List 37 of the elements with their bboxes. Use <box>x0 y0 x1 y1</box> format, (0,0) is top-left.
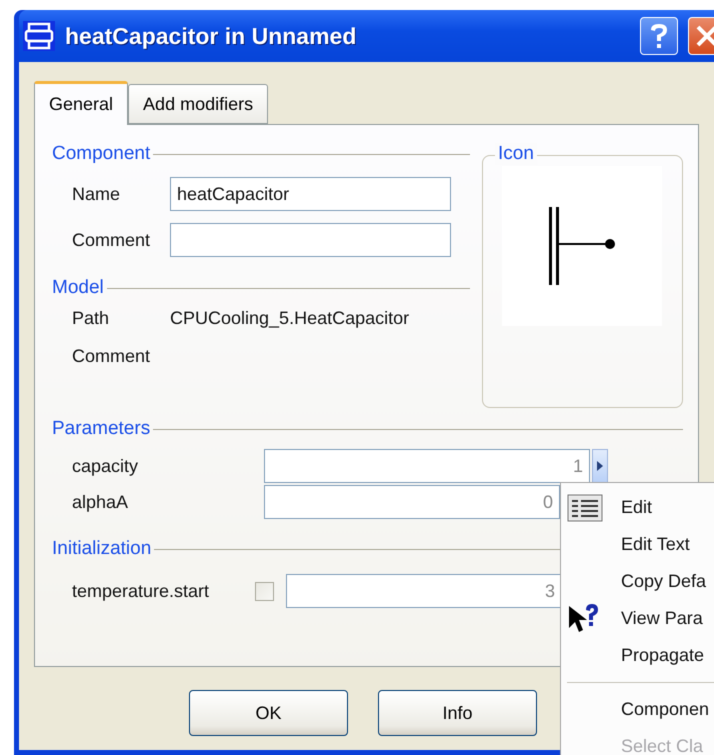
field-label: Path <box>72 308 110 328</box>
field-label: Comment <box>72 230 152 250</box>
help-button[interactable] <box>640 17 678 55</box>
tab[interactable]: General <box>34 81 128 125</box>
parameter-field[interactable]: 3 <box>286 574 562 608</box>
printer-icon <box>23 21 55 51</box>
capacitor-icon <box>547 205 618 287</box>
window-title: heatCapacitor in Unnamed <box>65 22 358 50</box>
parameter-field[interactable]: 1 <box>264 449 590 483</box>
arrow-button[interactable] <box>592 449 608 483</box>
section-title: Parameters <box>52 418 150 440</box>
field-label: Name <box>72 184 122 204</box>
field-label: Comment <box>72 346 152 366</box>
tab[interactable]: Add modifiers <box>128 84 268 124</box>
menu-item[interactable]: Componen <box>567 691 714 728</box>
parameter-label: alphaA <box>72 492 130 512</box>
checkbox[interactable] <box>255 582 274 600</box>
text-field[interactable] <box>170 223 451 257</box>
menu-item[interactable]: View Para <box>567 600 714 637</box>
list-icon <box>567 494 603 522</box>
text-field[interactable]: heatCapacitor <box>170 177 451 211</box>
parameter-label: temperature.start <box>72 580 210 602</box>
parameter-field[interactable]: 0 <box>264 485 560 519</box>
menu-item[interactable]: Propagate <box>567 637 714 674</box>
close-icon <box>695 24 714 48</box>
arrow-right-icon <box>596 461 604 471</box>
menu-item[interactable]: Edit <box>567 489 714 526</box>
menu-item[interactable]: Copy Defa <box>567 563 714 600</box>
dialog-button[interactable]: OK <box>189 690 348 736</box>
section-title: Initialization <box>52 538 152 560</box>
dialog-button[interactable]: Info <box>378 690 537 736</box>
menu-item[interactable]: Edit Text <box>567 526 714 563</box>
question-mark-icon <box>648 22 670 50</box>
field-value: CPUCooling_5.HeatCapacitor <box>170 308 410 328</box>
section-title: Component <box>52 143 150 165</box>
parameter-label: capacity <box>72 456 140 476</box>
section-title: Model <box>52 277 104 299</box>
